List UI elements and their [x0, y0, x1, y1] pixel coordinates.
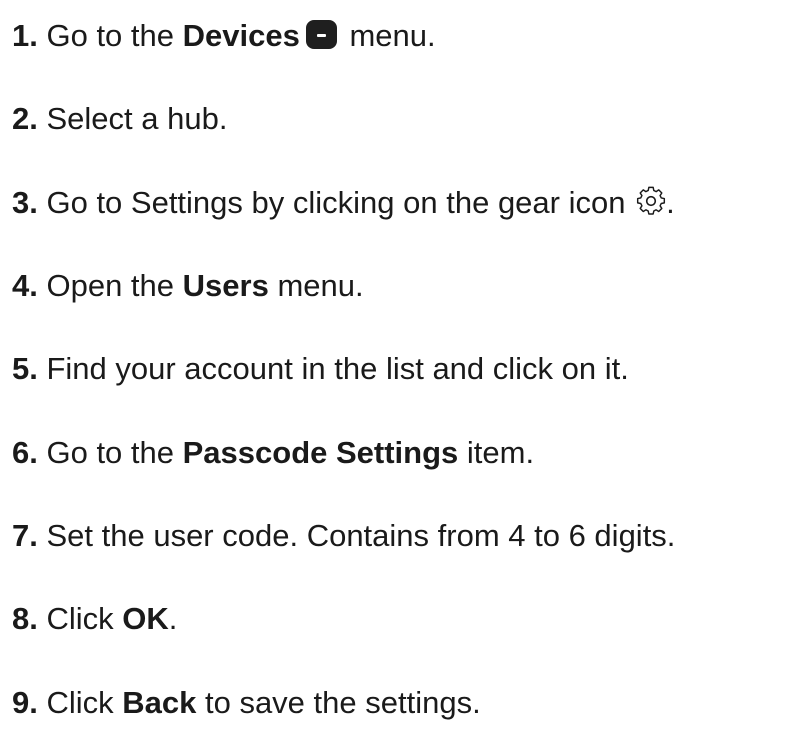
- step-text: to save the settings.: [196, 685, 481, 720]
- step-text: Select a hub.: [37, 101, 228, 136]
- step-text: Go to the: [37, 435, 183, 470]
- step-keyword: Passcode Settings: [182, 435, 459, 470]
- step-text: Open the: [37, 268, 183, 303]
- step-4: 4. Open the Users menu.: [12, 264, 364, 308]
- step-number: 7.: [12, 518, 38, 553]
- step-text: .: [666, 185, 675, 220]
- step-number: 5.: [12, 351, 38, 386]
- devices-menu-icon: [305, 20, 337, 50]
- step-text: item.: [458, 435, 535, 470]
- step-keyword: Devices: [182, 18, 300, 53]
- step-text: Go to Settings by clicking on the gear i…: [37, 185, 635, 220]
- step-keyword: Back: [122, 685, 197, 720]
- step-number: 9.: [12, 685, 38, 720]
- step-text: Click: [37, 685, 123, 720]
- step-text: Find your account in the list and click …: [37, 351, 629, 386]
- step-8: 8. Click OK.: [12, 597, 177, 641]
- step-3: 3. Go to Settings by clicking on the gea…: [12, 181, 675, 225]
- gear-icon: [636, 184, 666, 215]
- step-5: 5. Find your account in the list and cli…: [12, 347, 629, 391]
- step-keyword: OK: [122, 601, 169, 636]
- step-7: 7. Set the user code. Contains from 4 to…: [12, 514, 675, 558]
- step-text: .: [168, 601, 178, 636]
- step-number: 3.: [12, 185, 38, 220]
- step-keyword: Users: [182, 268, 269, 303]
- step-text: Go to the: [37, 18, 183, 53]
- step-2: 2. Select a hub.: [12, 97, 227, 141]
- step-6: 6. Go to the Passcode Settings item.: [12, 431, 534, 475]
- step-number: 4.: [12, 268, 38, 303]
- step-1: 1. Go to the Devices menu.: [12, 14, 436, 58]
- step-number: 6.: [12, 435, 38, 470]
- step-number: 2.: [12, 101, 38, 136]
- step-number: 8.: [12, 601, 38, 636]
- step-text: menu.: [340, 18, 436, 53]
- step-text: menu.: [268, 268, 364, 303]
- step-9: 9. Click Back to save the settings.: [12, 681, 481, 725]
- step-text: Click: [37, 601, 123, 636]
- step-number: 1.: [12, 18, 38, 53]
- step-text: Set the user code. Contains from 4 to 6 …: [37, 518, 676, 553]
